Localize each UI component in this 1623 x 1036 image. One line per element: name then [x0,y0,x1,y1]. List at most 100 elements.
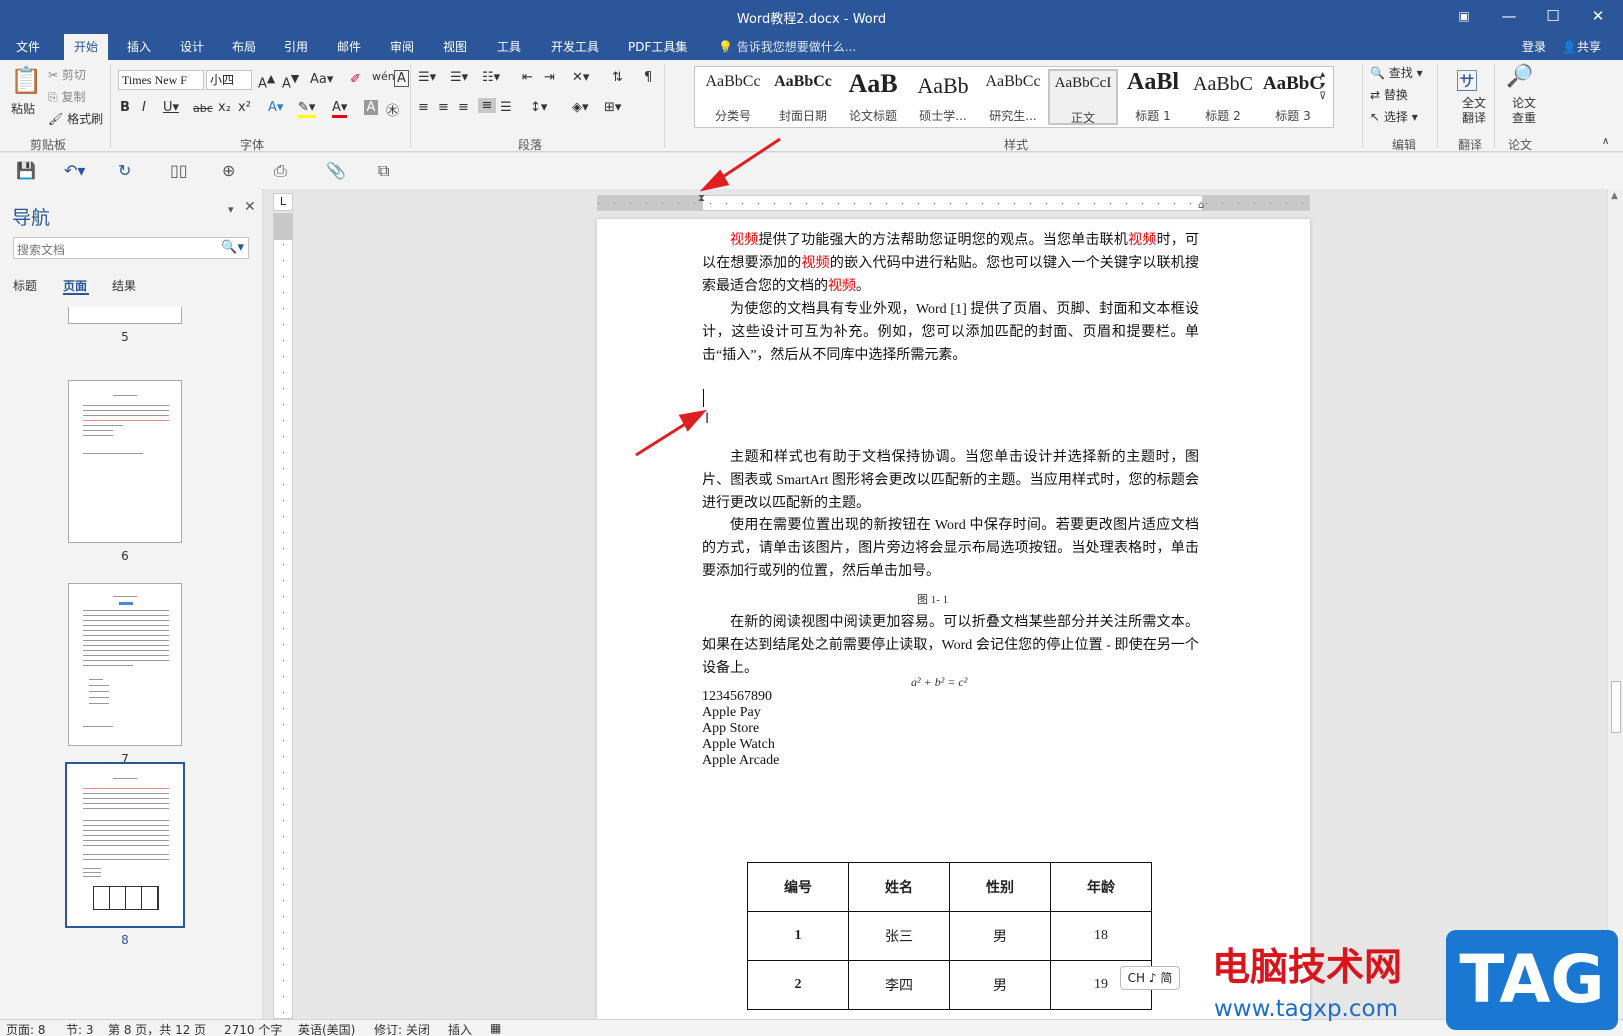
status-page-of[interactable]: 第 8 页，共 12 页 [108,1021,206,1036]
chinese-layout-icon[interactable]: ✕▾ [572,70,589,85]
translate-icon[interactable]: 🈂 [1456,64,1478,96]
tab-selector[interactable]: L [273,193,293,211]
table-cell[interactable]: 18 [1050,911,1152,961]
select-button[interactable]: ↖ 选择 ▾ [1370,108,1418,125]
vertical-ruler[interactable] [273,213,293,1019]
tab-view[interactable]: 视图 [433,34,477,60]
table-cell[interactable]: 李四 [848,960,950,1010]
justify-icon[interactable]: ≡ [478,98,496,113]
copy-button[interactable]: ⎘ 复制 [48,88,85,105]
style-item[interactable]: AaBbCc 分类号 [698,69,768,125]
paragraph[interactable]: 为使您的文档具有专业外观，Word [1] 提供了页眉、页脚、封面和文本框设计，… [702,298,1199,367]
read-mode-icon[interactable]: ▯▯ [170,161,188,180]
replace-button[interactable]: ⇄ 替换 [1370,86,1408,103]
table-cell[interactable]: 男 [949,960,1051,1010]
style-item[interactable]: AaBbC 标题 3 [1258,69,1328,125]
plagiarism-check-icon[interactable]: 🔎 [1506,64,1533,89]
style-item[interactable]: AaBl 标题 1 [1118,69,1188,125]
nav-tab-headings[interactable]: 标题 [13,277,37,294]
shading-icon[interactable]: ◈▾ [572,100,589,115]
italic-icon[interactable]: I [142,100,146,115]
table-header-cell[interactable]: 编号 [747,862,849,912]
borders-icon[interactable]: ⊞▾ [604,100,621,115]
tab-review[interactable]: 审阅 [380,34,424,60]
align-right-icon[interactable]: ≡ [458,100,469,115]
close-icon[interactable]: ✕ [244,199,256,215]
tab-home[interactable]: 开始 [64,34,109,60]
print-preview-icon[interactable]: ⎙ [274,161,287,181]
table-header-cell[interactable]: 姓名 [848,862,950,912]
paragraph[interactable]: 在新的阅读视图中阅读更加容易。可以折叠文档某些部分并关注所需文本。如果在达到结尾… [702,611,1199,680]
decrease-indent-icon[interactable]: ⇤ [522,70,533,85]
text-effects-icon[interactable]: A▾ [268,100,283,115]
multilevel-list-icon[interactable]: ☷▾ [482,70,500,85]
underline-icon[interactable]: U▾ [163,100,179,115]
tab-insert[interactable]: 插入 [117,34,161,60]
page-thumbnail[interactable] [68,380,182,543]
save-icon[interactable]: 💾 [16,161,36,180]
table-cell[interactable]: 张三 [848,911,950,961]
touch-mode-icon[interactable]: ⧉ [378,161,389,181]
clear-formatting-icon[interactable]: ✐ [350,72,361,87]
style-item[interactable]: AaBb 硕士学... [908,69,978,125]
thesis-check-button[interactable]: 论文查重 [1509,96,1539,126]
style-item[interactable]: AaB 论文标题 [838,69,908,125]
character-border-icon[interactable]: A [394,70,409,87]
increase-indent-icon[interactable]: ⇥ [544,70,555,85]
font-size-combo[interactable]: 小四 [206,70,252,90]
tab-tools[interactable]: 工具 [487,34,531,60]
tab-pdf-tools[interactable]: PDF工具集 [618,34,697,60]
maximize-button[interactable]: ☐ [1541,5,1565,27]
character-shading-icon[interactable]: A [364,100,378,115]
paste-icon[interactable]: 📋 [10,66,42,96]
gallery-scroll-icon[interactable]: ▴ ▾ ⊽ [1319,69,1326,102]
table-header-cell[interactable]: 性别 [949,862,1051,912]
redo-icon[interactable]: ↻ [118,161,131,180]
paragraph[interactable]: 视频提供了功能强大的方法帮助您证明您的观点。当您单击联机视频时，可以在想要添加的… [702,229,1199,298]
line-spacing-icon[interactable]: ↕▾ [530,100,547,115]
tab-developer[interactable]: 开发工具 [541,34,609,60]
align-left-icon[interactable]: ≡ [418,100,429,115]
paragraph[interactable]: 使用在需要位置出现的新按钮在 Word 中保存时间。若要更改图片适应文档的方式，… [702,514,1199,583]
page-thumbnail[interactable] [68,307,182,324]
subscript-icon[interactable]: x₂ [218,100,231,115]
distributed-icon[interactable]: ☰ [500,100,512,115]
list-line[interactable]: Apple Pay [702,705,761,721]
font-color-icon[interactable]: A▾ [332,100,348,118]
equation[interactable]: a² + b² = c² [911,675,967,690]
grow-font-icon[interactable]: A▲ [258,72,275,91]
status-word-count[interactable]: 2710 个字 [224,1021,282,1036]
horizontal-ruler[interactable]: ⧗ ⌂ [597,193,1310,211]
shrink-font-icon[interactable]: A▼ [282,72,299,91]
bold-icon[interactable]: B [120,100,130,115]
right-indent-marker[interactable]: ⌂ [1198,200,1204,211]
search-input[interactable]: 搜索文档 🔍▾ [13,237,249,259]
nav-options-icon[interactable]: ▾ [228,203,234,216]
table-header-cell[interactable]: 年龄 [1050,862,1152,912]
page-thumbnail-current[interactable] [65,762,185,928]
minimize-button[interactable]: — [1497,5,1521,27]
status-section[interactable]: 节: 3 [66,1021,94,1036]
macro-record-icon[interactable]: ▦ [490,1021,501,1035]
share-button[interactable]: 👤共享 [1562,34,1601,60]
tab-file[interactable]: 文件 [6,34,50,60]
paste-button[interactable]: 粘贴 [11,100,35,117]
table-cell[interactable]: 2 [747,960,849,1010]
scroll-up-icon[interactable]: ▲ [1611,191,1618,201]
close-button[interactable]: ✕ [1586,5,1610,27]
list-line[interactable]: Apple Arcade [702,753,779,769]
style-item[interactable]: AaBbCc 研究生... [978,69,1048,125]
tab-design[interactable]: 设计 [170,34,214,60]
web-layout-icon[interactable]: ⊕ [222,161,235,180]
format-painter-button[interactable]: 🖌 格式刷 [48,110,103,127]
tab-mailings[interactable]: 邮件 [327,34,371,60]
ime-indicator[interactable]: CH ♪ 简 [1120,966,1180,990]
style-item-selected[interactable]: AaBbCcI 正文 [1048,69,1118,125]
table-cell[interactable]: 男 [949,911,1051,961]
find-button[interactable]: 🔍 查找 ▾ [1370,64,1423,81]
clipboard-icon[interactable]: 📎 [326,161,346,180]
page-thumbnail[interactable] [68,583,182,746]
login-link[interactable]: 登录 [1522,34,1546,60]
search-icon[interactable]: 🔍▾ [221,240,244,255]
status-revision[interactable]: 修订: 关闭 [374,1021,430,1036]
